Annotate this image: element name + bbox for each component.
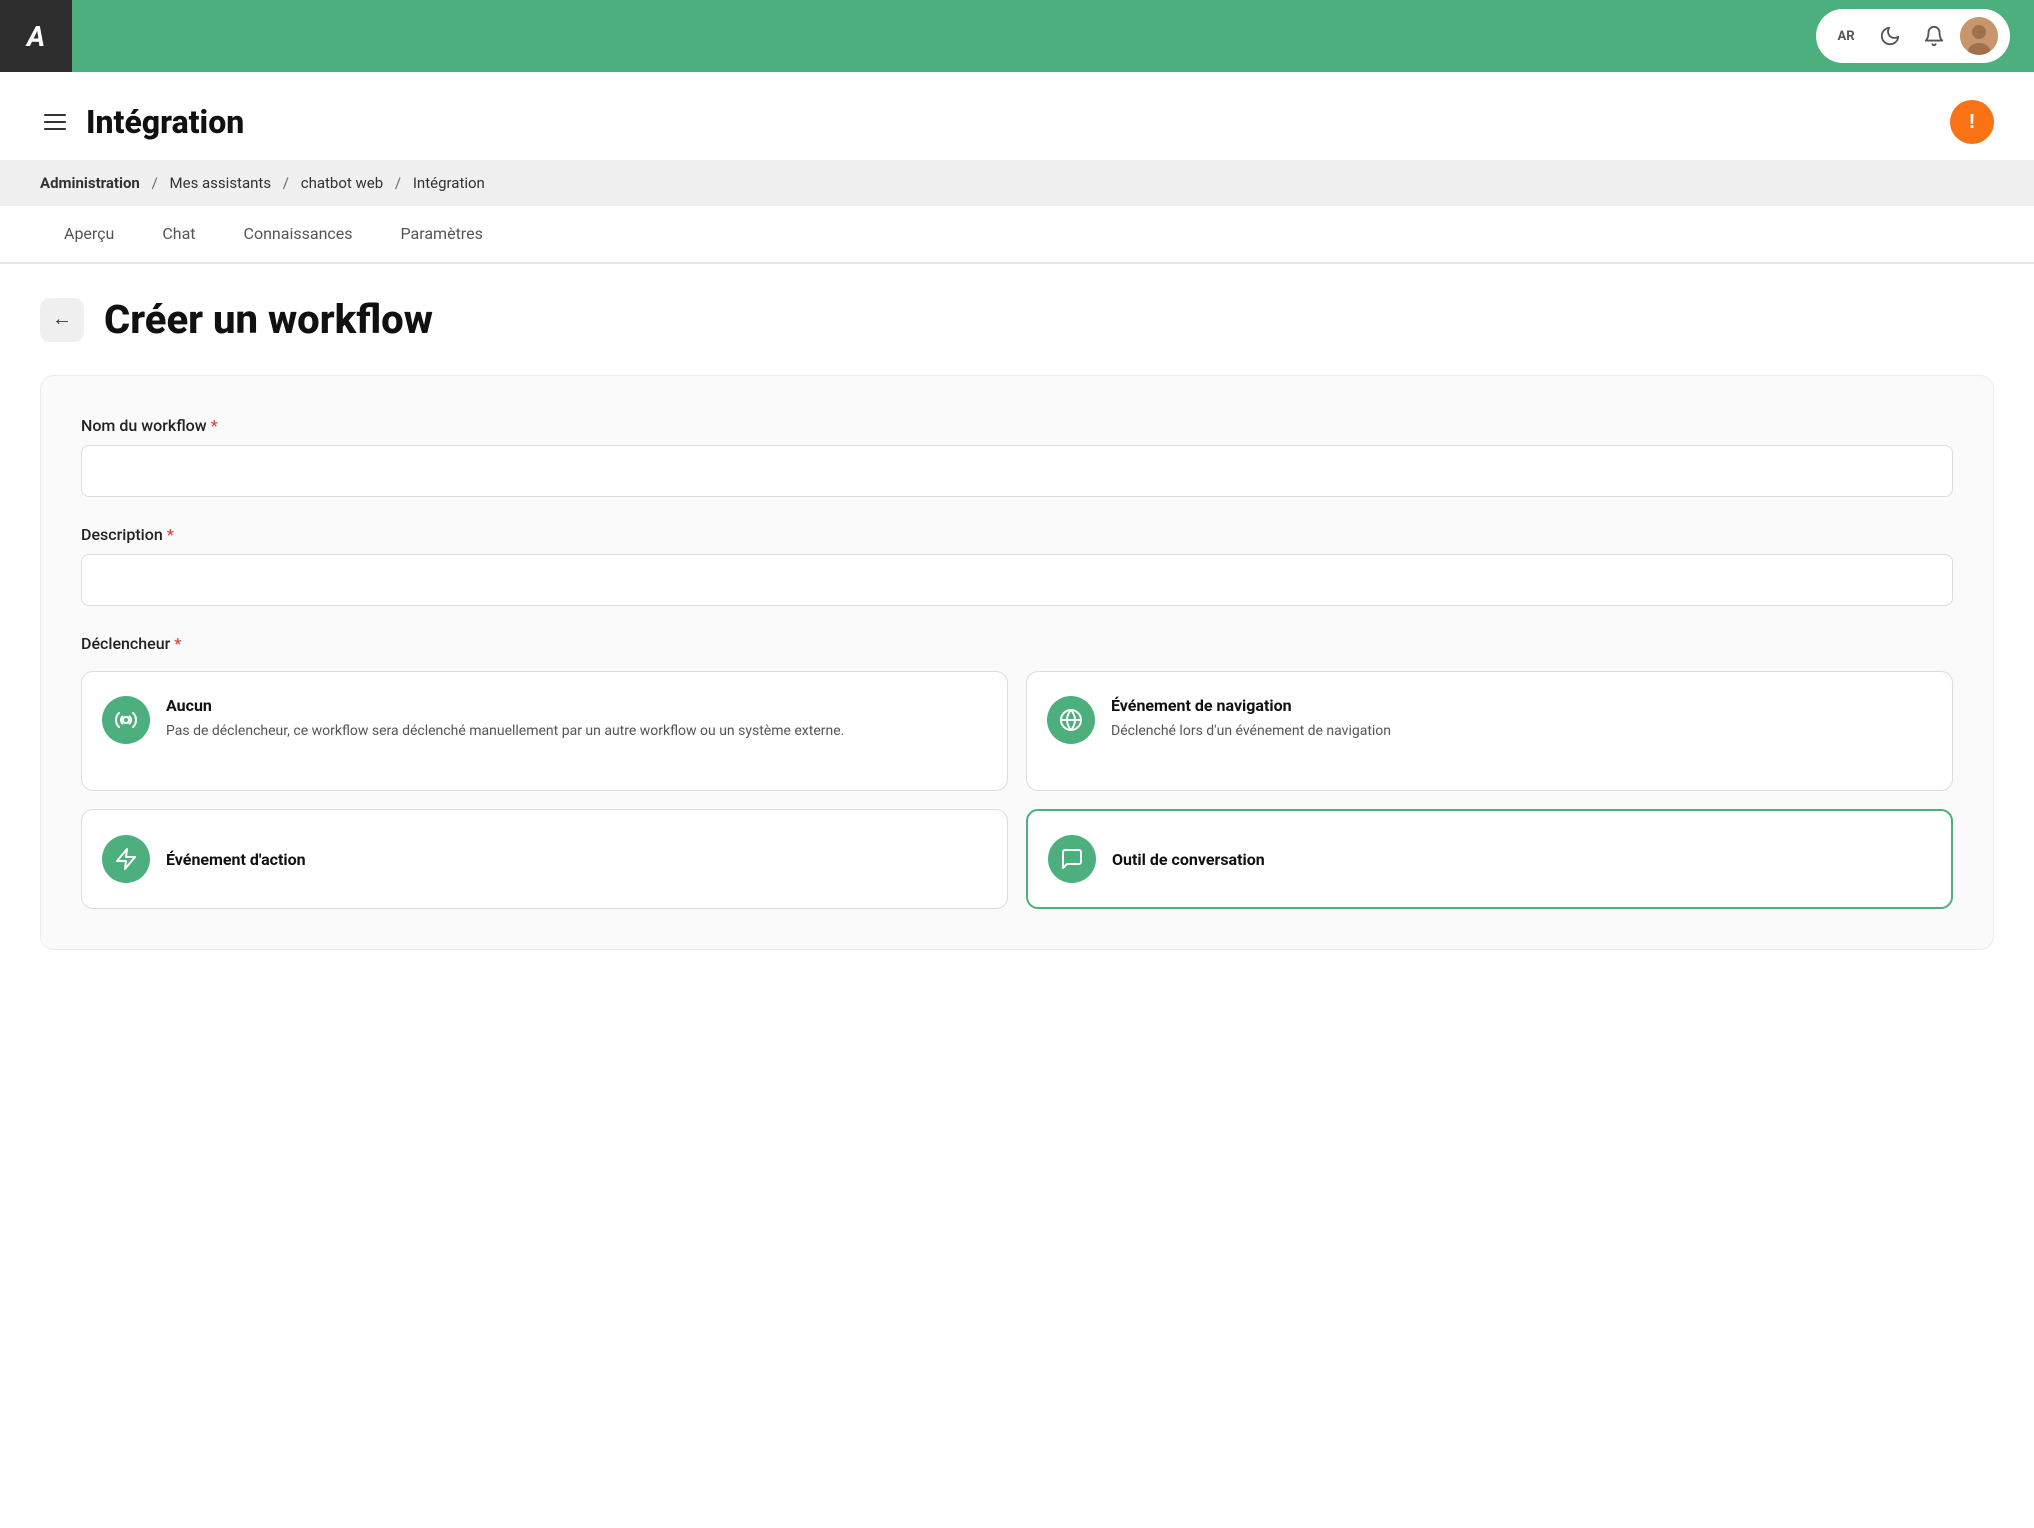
trigger-label: Déclencheur * <box>81 634 1953 653</box>
trigger-section: Déclencheur * Aucun Pas <box>81 634 1953 909</box>
bell-icon[interactable] <box>1916 18 1952 54</box>
name-required-star: * <box>211 416 218 435</box>
trigger-card-aucun[interactable]: Aucun Pas de déclencheur, ce workflow se… <box>81 671 1008 791</box>
top-bar-right: AR <box>1816 9 2010 63</box>
trigger-info-navigation: Événement de navigation Déclenché lors d… <box>1111 696 1932 742</box>
workflow-description-label: Description * <box>81 525 1953 544</box>
hamburger-button[interactable] <box>40 110 70 134</box>
alert-icon: ! <box>1969 111 1976 134</box>
workflow-description-input[interactable] <box>81 554 1953 606</box>
workflow-title: Créer un workflow <box>104 296 433 343</box>
trigger-card-action[interactable]: Événement d'action <box>81 809 1008 909</box>
breadcrumb-item-0[interactable]: Administration <box>40 174 140 192</box>
breadcrumb-sep-1: / <box>283 174 289 192</box>
breadcrumb-sep-0: / <box>152 174 158 192</box>
trigger-icon-action <box>102 835 150 883</box>
workflow-description-field: Description * <box>81 525 1953 606</box>
trigger-card-conversation[interactable]: Outil de conversation <box>1026 809 1953 909</box>
trigger-icon-conversation <box>1048 835 1096 883</box>
dark-mode-icon[interactable] <box>1872 18 1908 54</box>
trigger-card-navigation[interactable]: Événement de navigation Déclenché lors d… <box>1026 671 1953 791</box>
avatar[interactable] <box>1960 17 1998 55</box>
workflow-name-label: Nom du workflow * <box>81 416 1953 435</box>
tab-parametres[interactable]: Paramètres <box>377 206 507 264</box>
breadcrumb-sep-2: / <box>395 174 401 192</box>
page-header: Intégration ! <box>0 72 2034 160</box>
trigger-icon-navigation <box>1047 696 1095 744</box>
trigger-name-conversation: Outil de conversation <box>1112 850 1265 869</box>
workflow-name-input[interactable] <box>81 445 1953 497</box>
tabs-bar: Aperçu Chat Connaissances Paramètres <box>0 206 2034 264</box>
page-title: Intégration <box>86 103 244 141</box>
breadcrumb-item-2[interactable]: chatbot web <box>301 174 383 192</box>
back-button[interactable]: ← <box>40 298 84 342</box>
desc-required-star: * <box>167 525 174 544</box>
workflow-name-field: Nom du workflow * <box>81 416 1953 497</box>
trigger-desc-navigation: Déclenché lors d'un événement de navigat… <box>1111 721 1932 742</box>
tab-connaissances[interactable]: Connaissances <box>220 206 377 264</box>
breadcrumb-item-1[interactable]: Mes assistants <box>170 174 272 192</box>
logo-icon: A <box>27 20 45 53</box>
top-bar: A AR <box>0 0 2034 72</box>
trigger-icon-aucun <box>102 696 150 744</box>
trigger-name-navigation: Événement de navigation <box>1111 696 1932 715</box>
form-card: Nom du workflow * Description * Déclench… <box>40 375 1994 950</box>
alert-button[interactable]: ! <box>1950 100 1994 144</box>
trigger-name-action: Événement d'action <box>166 850 306 869</box>
main-container: Intégration ! Administration / Mes assis… <box>0 72 2034 1528</box>
workflow-header: ← Créer un workflow <box>0 264 2034 351</box>
trigger-name-aucun: Aucun <box>166 696 987 715</box>
back-arrow-icon: ← <box>52 308 72 331</box>
trigger-grid-top: Aucun Pas de déclencheur, ce workflow se… <box>81 671 1953 791</box>
page-header-left: Intégration <box>40 103 244 141</box>
translate-icon[interactable]: AR <box>1828 18 1864 54</box>
trigger-grid-bottom: Événement d'action Outil de conversation <box>81 809 1953 909</box>
logo-area[interactable]: A <box>0 0 72 72</box>
trigger-info-aucun: Aucun Pas de déclencheur, ce workflow se… <box>166 696 987 742</box>
tab-chat[interactable]: Chat <box>138 206 219 264</box>
breadcrumb: Administration / Mes assistants / chatbo… <box>0 160 2034 206</box>
breadcrumb-item-3: Intégration <box>413 174 485 192</box>
trigger-desc-aucun: Pas de déclencheur, ce workflow sera déc… <box>166 721 987 742</box>
trigger-required-star: * <box>174 634 181 653</box>
tab-apercu[interactable]: Aperçu <box>40 206 138 264</box>
